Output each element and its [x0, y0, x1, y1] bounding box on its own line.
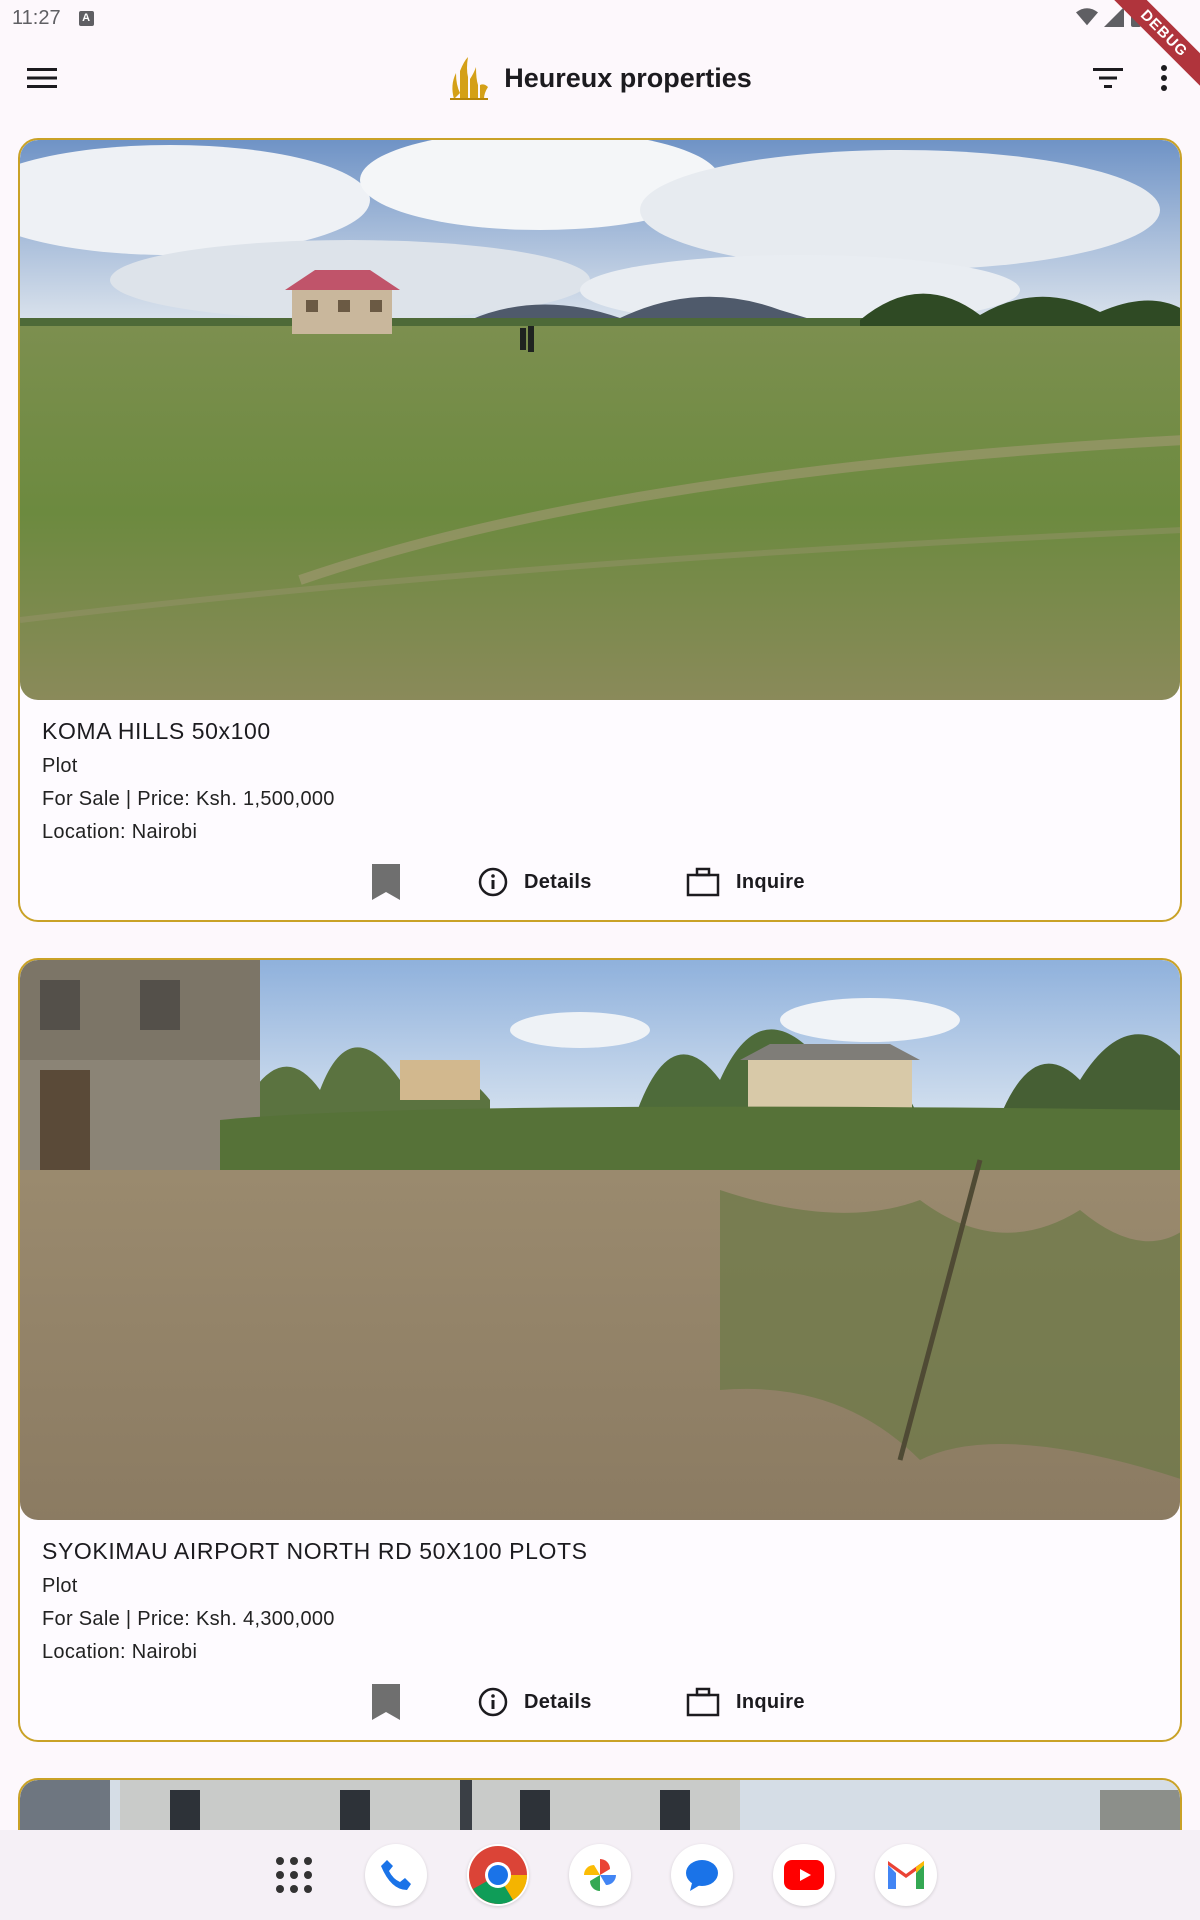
inquire-button[interactable]: Inquire: [686, 860, 805, 904]
property-info: KOMA HILLS 50x100 Plot For Sale | Price:…: [20, 700, 1180, 844]
briefcase-icon: [686, 1687, 720, 1717]
phone-icon: [381, 1860, 411, 1890]
card-actions: Details Inquire: [20, 856, 1180, 908]
status-time: 11:27: [12, 6, 61, 29]
notification-badge-icon: A: [78, 10, 94, 26]
app-dock: [0, 1830, 1200, 1920]
property-photo[interactable]: [20, 140, 1180, 700]
property-type: Plot: [42, 755, 78, 777]
details-label: Details: [524, 870, 592, 893]
messages-app-button[interactable]: [671, 1844, 733, 1906]
card-actions: Details Inquire: [20, 1676, 1180, 1728]
bookmark-icon: [372, 1684, 400, 1720]
youtube-app-button[interactable]: [773, 1844, 835, 1906]
filter-button[interactable]: [1086, 56, 1130, 100]
property-price: For Sale | Price: Ksh. 1,500,000: [42, 788, 335, 810]
briefcase-icon: [686, 867, 720, 897]
phone-app-button[interactable]: [365, 1844, 427, 1906]
property-title: SYOKIMAU AIRPORT NORTH RD 50X100 PLOTS: [42, 1538, 588, 1564]
info-icon: [478, 867, 508, 897]
app-bar: Heureux properties: [0, 36, 1200, 120]
hamburger-menu-icon: [27, 68, 57, 88]
brand: Heureux properties: [448, 55, 752, 101]
details-label: Details: [524, 1690, 592, 1713]
app-grid-button[interactable]: [263, 1844, 325, 1906]
photos-icon: [584, 1859, 616, 1891]
gmail-app-button[interactable]: [875, 1844, 937, 1906]
wifi-icon: [1076, 8, 1098, 26]
property-card[interactable]: SYOKIMAU AIRPORT NORTH RD 50X100 PLOTS P…: [18, 958, 1182, 1742]
inquire-label: Inquire: [736, 870, 805, 893]
app-grid-icon: [276, 1857, 312, 1893]
logo-icon: [450, 57, 489, 100]
property-type: Plot: [42, 1575, 78, 1597]
property-location: Location: Nairobi: [42, 821, 198, 843]
app-title: Heureux properties: [504, 62, 752, 93]
inquire-button[interactable]: Inquire: [686, 1680, 805, 1724]
inquire-label: Inquire: [736, 1690, 805, 1713]
status-icons: [1076, 6, 1142, 28]
chrome-app-button[interactable]: [467, 1844, 529, 1906]
chrome-icon: [469, 1846, 528, 1904]
bookmark-icon: [372, 864, 400, 900]
property-photo[interactable]: [20, 960, 1180, 1520]
messages-icon: [686, 1860, 718, 1891]
photos-app-button[interactable]: [569, 1844, 631, 1906]
property-info: SYOKIMAU AIRPORT NORTH RD 50X100 PLOTS P…: [20, 1520, 1180, 1664]
menu-button[interactable]: [20, 56, 64, 100]
gmail-icon: [888, 1861, 924, 1889]
details-button[interactable]: Details: [478, 1680, 592, 1724]
filter-icon: [1093, 68, 1123, 88]
bookmark-button[interactable]: [366, 1680, 406, 1724]
property-price: For Sale | Price: Ksh. 4,300,000: [42, 1608, 335, 1630]
bookmark-button[interactable]: [366, 860, 406, 904]
details-button[interactable]: Details: [478, 860, 592, 904]
battery-icon: [1131, 6, 1141, 27]
property-card[interactable]: KOMA HILLS 50x100 Plot For Sale | Price:…: [18, 138, 1182, 922]
property-title: KOMA HILLS 50x100: [42, 718, 271, 744]
property-location: Location: Nairobi: [42, 1641, 198, 1663]
signal-icon: [1104, 7, 1124, 27]
more-vert-icon: [1161, 65, 1167, 91]
status-bar: 11:27 A: [0, 0, 1200, 36]
info-icon: [478, 1687, 508, 1717]
youtube-icon: [784, 1860, 824, 1890]
more-options-button[interactable]: [1142, 56, 1186, 100]
